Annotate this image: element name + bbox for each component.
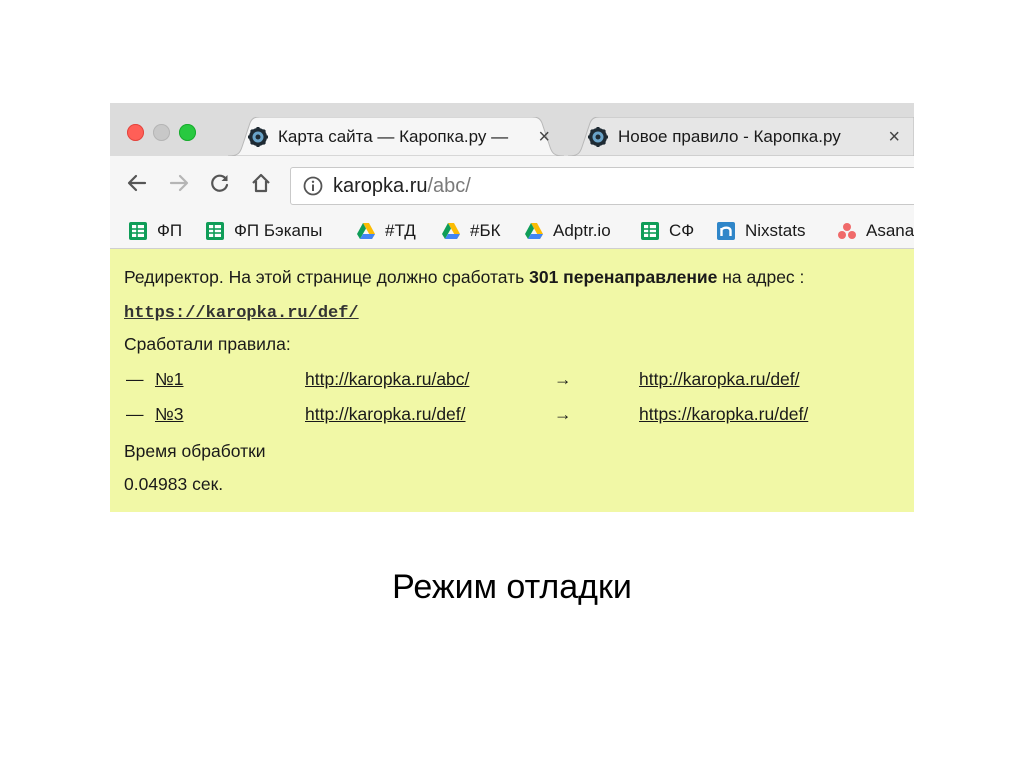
bookmark-label: ФП: [157, 221, 183, 240]
rule-from-link[interactable]: http://karopka.ru/def/: [305, 404, 466, 425]
bookmark-nixstats[interactable]: Nixstats: [716, 218, 805, 244]
gear-icon: [248, 126, 268, 147]
bookmark-fp[interactable]: ФП: [128, 218, 182, 244]
redirect-status: 301 перенаправление: [529, 267, 718, 287]
redirect-text: На этой странице должно сработать: [223, 267, 530, 287]
zoom-window-button[interactable]: [179, 124, 196, 141]
processing-time-value: 0.04983 сек.: [124, 474, 224, 494]
bookmark-fp-backups[interactable]: ФП Бэкапы: [205, 218, 322, 244]
google-drive-icon: [525, 223, 543, 239]
bookmark-label: #ТД: [385, 221, 416, 240]
rule-dash: —: [126, 369, 144, 389]
close-window-button[interactable]: [127, 124, 144, 141]
minimize-window-button[interactable]: [153, 124, 170, 141]
browser-screenshot: Карта сайта — Каропка.ру — × Новое прави…: [110, 103, 914, 512]
arrow-right-icon: [169, 174, 189, 192]
nixstats-icon: [717, 222, 735, 240]
redirect-text-end: на адрес :: [717, 267, 805, 287]
bookmark-sf[interactable]: СФ: [640, 218, 694, 244]
bookmark-label: Asana: [866, 221, 914, 240]
close-tab-icon[interactable]: ×: [888, 127, 900, 147]
google-drive-icon: [442, 223, 460, 239]
url-path: /abc/: [427, 174, 471, 197]
bookmark-td[interactable]: #ТД: [356, 218, 416, 244]
bookmark-label: Nixstats: [745, 221, 806, 240]
google-drive-icon: [357, 223, 375, 239]
close-tab-icon[interactable]: ×: [538, 127, 550, 147]
target-url-line: https://karopka.ru/def/: [124, 301, 359, 323]
forward-button[interactable]: [164, 168, 194, 198]
rule-to-link[interactable]: https://karopka.ru/def/: [639, 404, 808, 425]
tab-sitemap[interactable]: Карта сайта — Каропка.ру — ×: [228, 117, 564, 156]
rule-arrow: →: [554, 404, 572, 424]
arrow-left-icon: [127, 174, 147, 192]
processing-time-label: Время обработки: [124, 441, 266, 461]
home-icon: [252, 173, 270, 193]
rule-link[interactable]: №1: [155, 369, 184, 390]
redirect-message: Редиректор. На этой странице должно сраб…: [124, 267, 804, 288]
google-sheets-icon: [206, 222, 224, 240]
redirector-label: Редиректор.: [124, 267, 224, 287]
asana-icon: [838, 223, 856, 239]
bookmark-asana[interactable]: Asana: [837, 218, 914, 244]
bookmarks-bar: ФП ФП Бэкапы #ТД #БК Adptr.io СФ Nixstat…: [110, 214, 914, 249]
bookmark-bk[interactable]: #БК: [441, 218, 501, 244]
rule-from-link[interactable]: http://karopka.ru/abc/: [305, 369, 469, 390]
tab-title: Карта сайта — Каропка.ру —: [278, 126, 509, 146]
tab-new-rule[interactable]: Новое правило - Каропка.ру ×: [568, 117, 914, 156]
info-icon[interactable]: [303, 176, 323, 196]
tab-strip: Карта сайта — Каропка.ру — × Новое прави…: [110, 103, 914, 156]
rule-dash: —: [126, 404, 144, 424]
bookmark-label: #БК: [470, 221, 501, 240]
rule-arrow: →: [554, 369, 572, 389]
bookmark-adptr[interactable]: Adptr.io: [524, 218, 611, 244]
rules-heading: Сработали правила:: [124, 334, 291, 354]
reload-button[interactable]: [205, 168, 235, 198]
debug-panel: Редиректор. На этой странице должно сраб…: [110, 249, 914, 512]
rule-to-link[interactable]: http://karopka.ru/def/: [639, 369, 800, 390]
bookmark-label: Adptr.io: [553, 221, 611, 240]
url-host: karopka.ru: [333, 174, 428, 197]
slide-caption: Режим отладки: [392, 568, 632, 606]
bookmark-label: СФ: [669, 221, 695, 240]
url-text: karopka.ru/abc/: [333, 175, 471, 198]
target-url-link[interactable]: https://karopka.ru/def/: [124, 304, 359, 323]
browser-toolbar: karopka.ru/abc/: [110, 156, 914, 214]
window-controls: [127, 124, 196, 141]
google-sheets-icon: [641, 222, 659, 240]
bookmark-label: ФП Бэкапы: [234, 221, 323, 240]
home-button[interactable]: [246, 168, 276, 198]
google-sheets-icon: [129, 222, 147, 240]
rule-link[interactable]: №3: [155, 404, 184, 425]
tab-title: Новое правило - Каропка.ру: [618, 126, 841, 146]
reload-icon: [211, 174, 229, 192]
gear-icon: [588, 126, 608, 147]
back-button[interactable]: [122, 168, 152, 198]
address-bar[interactable]: karopka.ru/abc/: [290, 167, 914, 205]
